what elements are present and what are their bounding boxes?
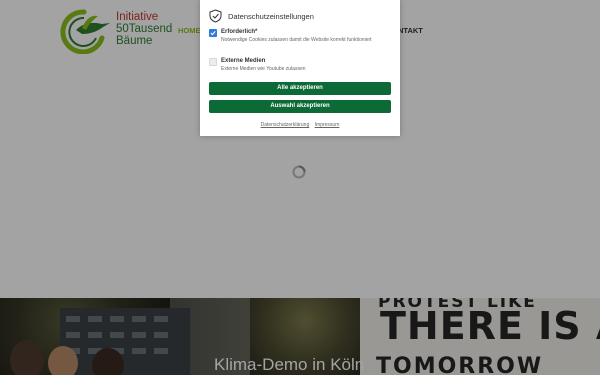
shield-check-icon [209, 9, 222, 23]
dialog-header: Datenschutzeinstellungen [209, 8, 314, 24]
imprint-link[interactable]: Impressum [315, 122, 340, 128]
required-label: Erforderlich* [221, 29, 258, 35]
dialog-title: Datenschutzeinstellungen [228, 11, 314, 21]
accept-all-button[interactable]: Alle akzeptieren [209, 82, 391, 95]
external-media-description: Externe Medien wie Youtube zulassen [221, 66, 306, 72]
required-checkbox[interactable] [209, 29, 217, 37]
accept-selection-button[interactable]: Auswahl akzeptieren [209, 100, 391, 113]
dialog-footer-links: Datenschutzerklärung Impressum [200, 122, 400, 128]
checkmark-icon [210, 31, 216, 36]
cookie-consent-dialog: Datenschutzeinstellungen Erforderlich* N… [200, 0, 400, 136]
required-description: Notwendige Cookies zulassen damit die We… [221, 37, 372, 43]
external-media-checkbox[interactable] [209, 58, 217, 66]
privacy-policy-link[interactable]: Datenschutzerklärung [261, 122, 310, 128]
external-media-label: Externe Medien [221, 58, 266, 64]
